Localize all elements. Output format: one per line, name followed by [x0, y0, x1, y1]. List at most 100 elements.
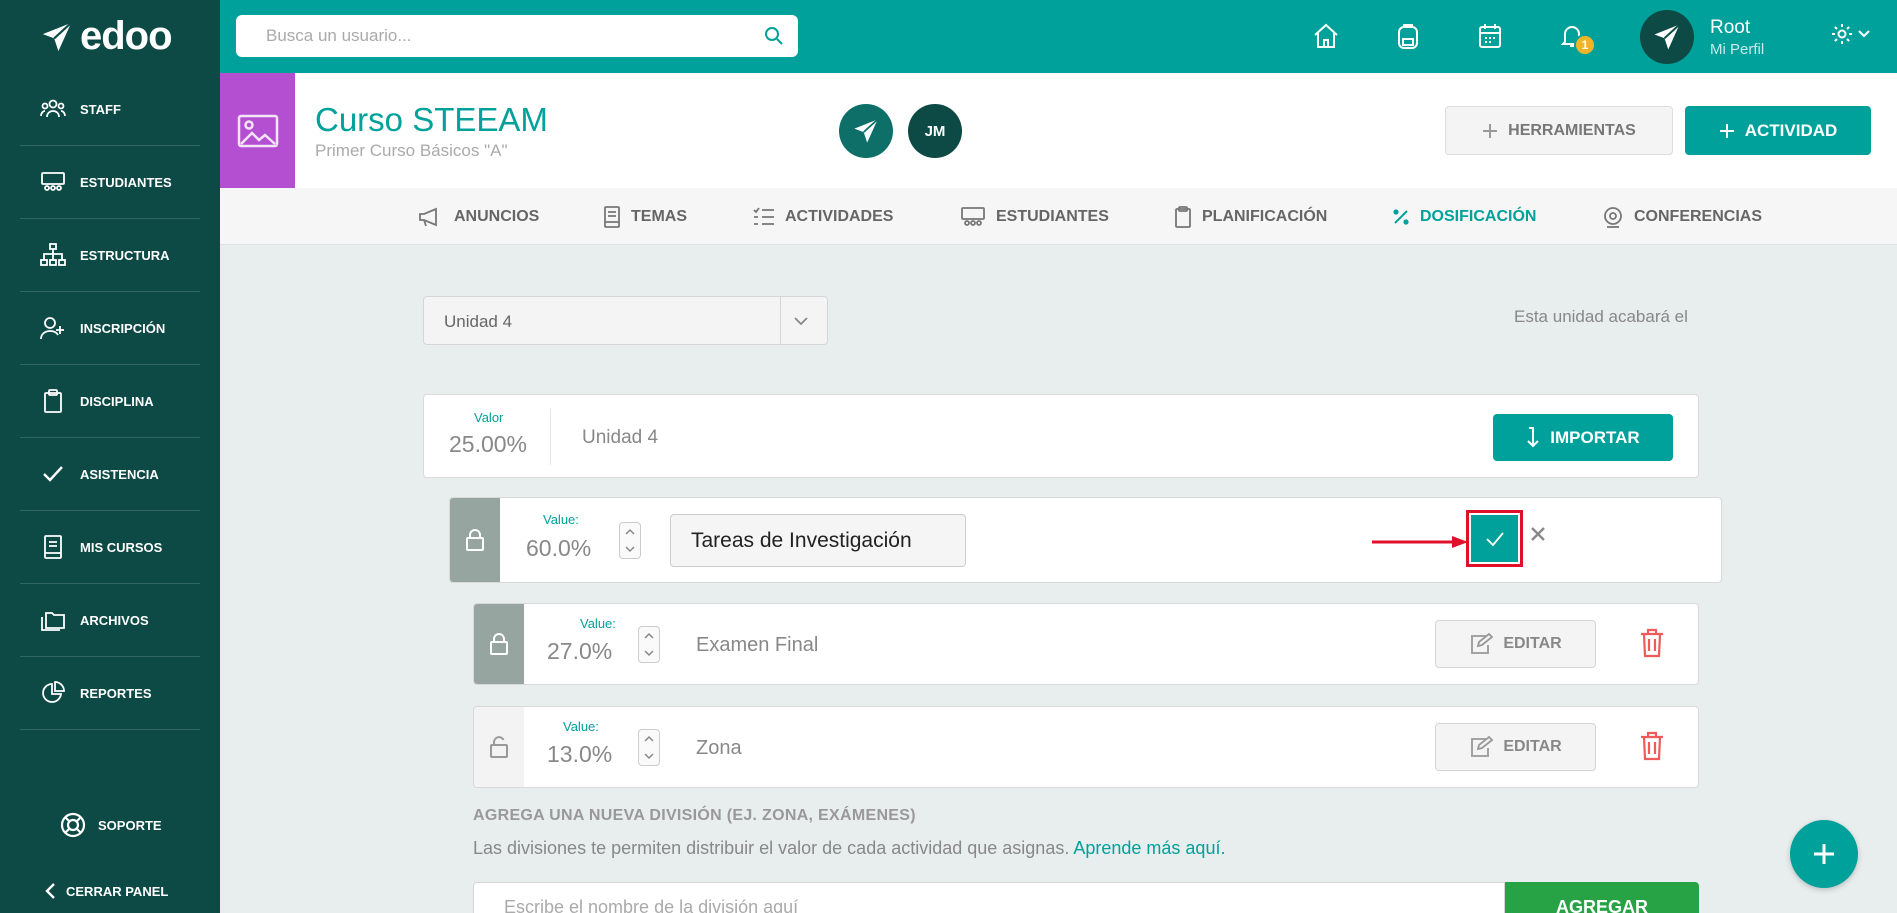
notifications-button[interactable]: 1	[1556, 20, 1596, 56]
tab-temas[interactable]: TEMAS	[603, 188, 687, 245]
division-name-input[interactable]	[670, 514, 966, 567]
learn-more-link[interactable]: Aprende más aquí.	[1073, 838, 1225, 858]
sidebar-item-staff[interactable]: STAFF	[20, 73, 200, 146]
value-stepper[interactable]	[619, 522, 641, 559]
support-link[interactable]: SOPORTE	[60, 812, 162, 838]
edit-icon	[1471, 633, 1494, 654]
chevron-up-icon[interactable]	[644, 632, 654, 639]
lock-toggle[interactable]	[474, 604, 524, 684]
chevron-left-icon	[45, 883, 55, 899]
course-image[interactable]	[220, 73, 295, 188]
value-stepper[interactable]	[638, 729, 660, 766]
gear-icon	[1832, 24, 1852, 44]
unit-value: 25.00%	[449, 431, 528, 457]
logo-text: edoo	[80, 14, 173, 58]
chevron-down-icon[interactable]	[644, 650, 654, 657]
chevron-down-icon[interactable]	[644, 753, 654, 760]
tab-label: CONFERENCIAS	[1634, 207, 1763, 225]
close-icon[interactable]	[1529, 525, 1547, 543]
division-value[interactable]: 13.0%	[547, 741, 612, 768]
sidebar-item-estudiantes[interactable]: ESTUDIANTES	[20, 146, 200, 219]
edit-button[interactable]: EDITAR	[1435, 723, 1596, 771]
lock-icon	[490, 633, 508, 655]
edit-button-label: EDITAR	[1503, 635, 1562, 652]
collapse-panel-button[interactable]: CERRAR PANEL	[44, 882, 168, 900]
book-icon	[604, 205, 620, 228]
add-activity-label: ACTIVIDAD	[1744, 120, 1838, 140]
tab-conferencias[interactable]: CONFERENCIAS	[1602, 188, 1762, 245]
new-division-input[interactable]	[473, 882, 1505, 913]
sidebar-item-label: MIS CURSOS	[80, 539, 163, 555]
tab-label: DOSIFICACIÓN	[1420, 207, 1537, 225]
tab-estudiantes[interactable]: ESTUDIANTES	[960, 188, 1109, 245]
division-value[interactable]: 27.0%	[547, 638, 612, 665]
tools-button-label: HERRAMIENTAS	[1508, 121, 1636, 139]
trash-icon[interactable]	[1639, 731, 1665, 761]
home-button[interactable]	[1310, 20, 1342, 52]
floating-add-button[interactable]	[1790, 820, 1858, 888]
add-division-title: AGREGA UNA NUEVA DIVISIÓN (EJ. ZONA, EXÁ…	[473, 807, 916, 824]
image-icon	[237, 114, 278, 147]
profile-menu[interactable]: Root Mi Perfil	[1640, 10, 1764, 64]
lock-toggle[interactable]	[474, 707, 524, 787]
division-name: Zona	[696, 737, 742, 759]
tab-actividades[interactable]: ACTIVIDADES	[753, 188, 893, 245]
sidebar-item-label: DISCIPLINA	[80, 393, 154, 409]
backpack-icon	[1398, 24, 1418, 49]
tab-label: TEMAS	[631, 207, 687, 225]
trash-icon[interactable]	[1639, 628, 1665, 658]
plus-icon	[1483, 123, 1498, 138]
sidebar-item-disciplina[interactable]: DISCIPLINA	[20, 365, 200, 438]
search-icon[interactable]	[764, 26, 784, 46]
sidebar-item-label: ASISTENCIA	[80, 466, 159, 482]
add-division-description: Las divisiones te permiten distribuir el…	[473, 838, 1225, 859]
unit-select[interactable]: Unidad 4	[423, 296, 828, 345]
confirm-button-fill	[1471, 515, 1518, 562]
lock-toggle[interactable]	[450, 498, 500, 582]
tab-dosificacion[interactable]: DOSIFICACIÓN	[1392, 188, 1536, 245]
value-stepper[interactable]	[638, 626, 660, 663]
sidebar: edoo STAFF ESTUDIANTES ESTRUCTURA INSCRI…	[0, 0, 220, 913]
notification-badge: 1	[1574, 34, 1596, 56]
lifebuoy-icon	[60, 812, 86, 838]
unit-name: Unidad 4	[582, 427, 659, 448]
paper-plane-icon	[854, 118, 879, 143]
webcam-icon	[1604, 206, 1622, 228]
chevron-down-icon	[794, 317, 808, 326]
confirm-button[interactable]	[1466, 510, 1523, 567]
edit-button[interactable]: EDITAR	[1435, 620, 1596, 668]
sidebar-item-inscripcion[interactable]: INSCRIPCIÓN	[20, 292, 200, 365]
students-icon	[961, 206, 985, 226]
division-value[interactable]: 60.0%	[526, 535, 591, 562]
chevron-up-icon[interactable]	[644, 735, 654, 742]
user-search-input[interactable]	[236, 15, 798, 57]
book-icon	[40, 534, 66, 560]
division-edit-row: Value: 60.0%	[449, 497, 1722, 583]
sidebar-item-reportes[interactable]: REPORTES	[20, 657, 200, 730]
sidebar-item-asistencia[interactable]: ASISTENCIA	[20, 438, 200, 511]
calendar-button[interactable]	[1474, 20, 1506, 52]
backpack-button[interactable]	[1392, 20, 1424, 52]
tab-planificacion[interactable]: PLANIFICACIÓN	[1174, 188, 1327, 245]
logo[interactable]: edoo	[40, 14, 173, 59]
division-row: Value: 27.0% Examen Final EDITAR	[473, 603, 1699, 685]
clipboard-icon	[40, 388, 66, 414]
unit-select-separator	[780, 297, 781, 344]
chevron-down-icon[interactable]	[625, 546, 635, 553]
sidebar-item-estructura[interactable]: ESTRUCTURA	[20, 219, 200, 292]
add-division-description-text: Las divisiones te permiten distribuir el…	[473, 838, 1070, 858]
sidebar-item-mis-cursos[interactable]: MIS CURSOS	[20, 511, 200, 584]
tools-button[interactable]: HERRAMIENTAS	[1445, 106, 1673, 155]
teacher-avatar[interactable]: JM	[908, 104, 962, 158]
settings-menu[interactable]	[1830, 22, 1870, 46]
division-value-label: Value:	[563, 719, 599, 734]
tab-anuncios[interactable]: ANUNCIOS	[418, 188, 539, 245]
sidebar-item-archivos[interactable]: ARCHIVOS	[20, 584, 200, 657]
megaphone-icon	[419, 207, 437, 226]
add-activity-button[interactable]: ACTIVIDAD	[1685, 106, 1871, 155]
students-icon	[40, 169, 66, 195]
course-owner-avatar[interactable]	[839, 104, 893, 158]
chevron-up-icon[interactable]	[625, 528, 635, 535]
import-button[interactable]: IMPORTAR	[1493, 414, 1673, 461]
add-division-button[interactable]: AGREGAR	[1505, 882, 1699, 913]
